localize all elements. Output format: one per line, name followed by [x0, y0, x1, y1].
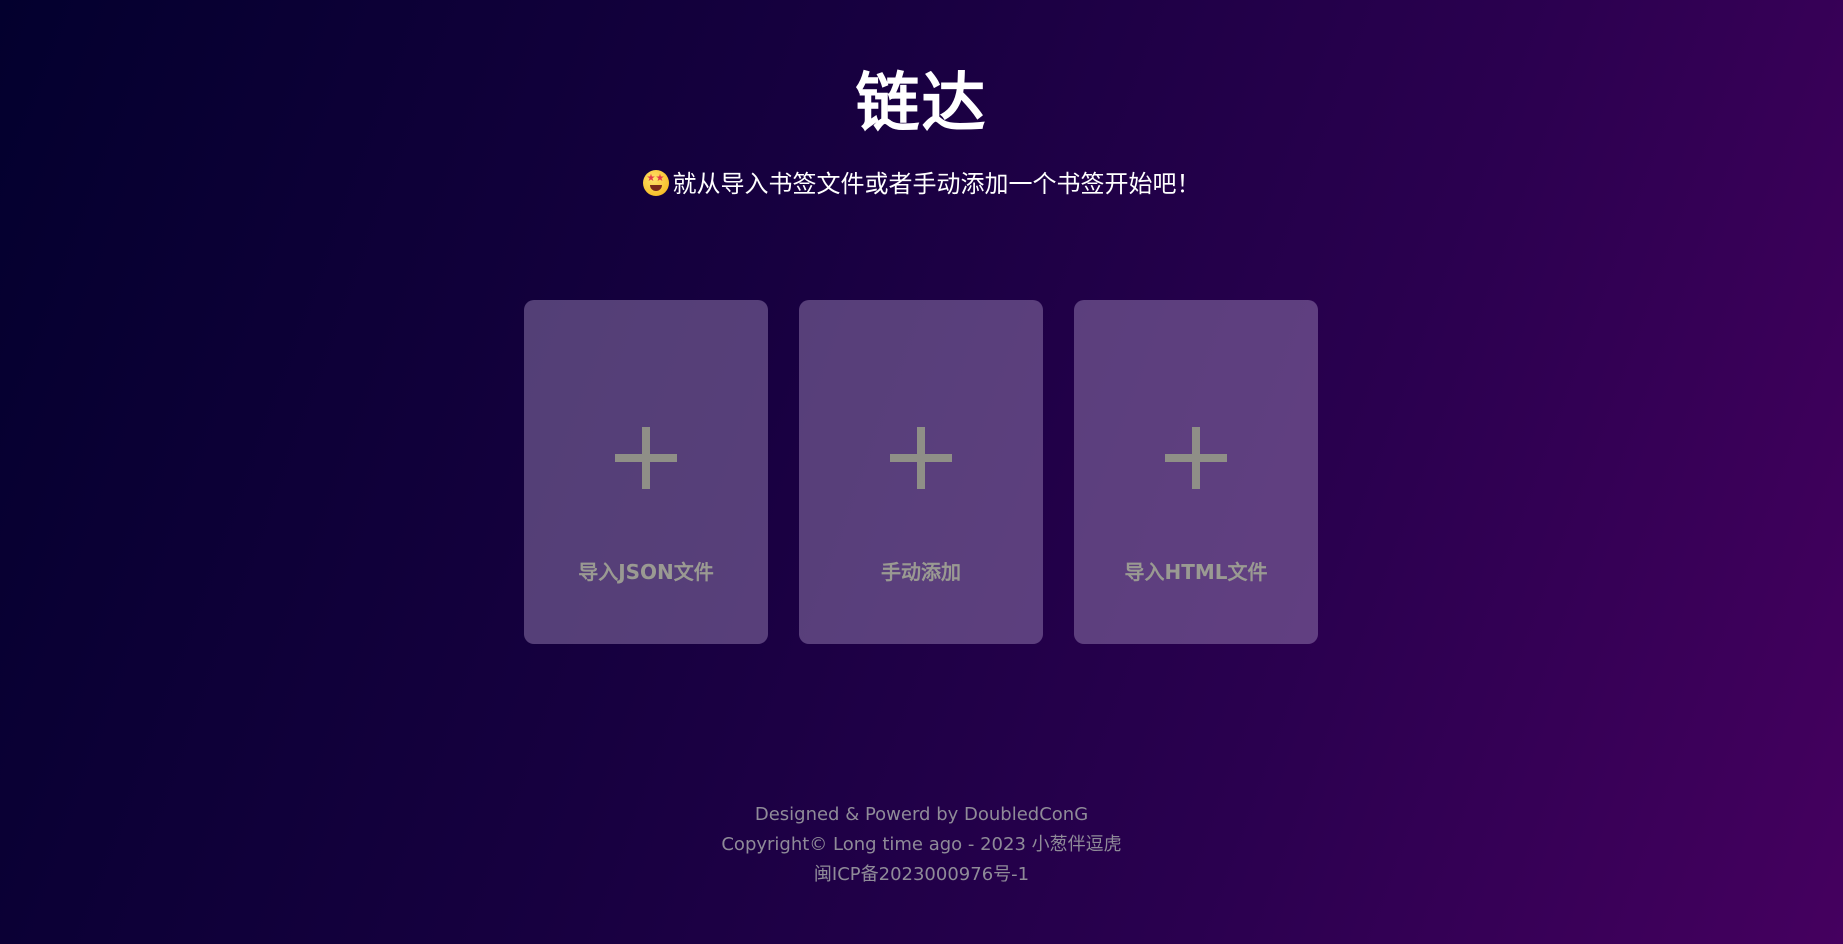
- footer-copyright: Copyright© Long time ago - 2023 小葱伴逗虎: [721, 834, 1122, 855]
- page-title: 链达: [855, 67, 988, 141]
- footer: Designed & Powerd by DoubledConG Copyrig…: [0, 800, 1843, 890]
- plus-icon: [1165, 427, 1227, 489]
- star-struck-emoji-icon: [642, 170, 669, 196]
- manual-add-label: 手动添加: [881, 560, 961, 584]
- footer-designed: Designed & Powerd by DoubledConG: [754, 804, 1089, 825]
- subtitle-text: 就从导入书签文件或者手动添加一个书签开始吧！: [672, 170, 1201, 198]
- import-html-card[interactable]: 导入HTML文件: [1074, 300, 1318, 644]
- import-html-label: 导入HTML文件: [1124, 560, 1268, 584]
- import-json-label: 导入JSON文件: [578, 560, 714, 584]
- plus-icon: [615, 427, 677, 489]
- manual-add-card[interactable]: 手动添加: [799, 300, 1043, 644]
- footer-icp-link[interactable]: 闽ICP备2023000976号-1: [0, 860, 1843, 890]
- plus-icon: [890, 427, 952, 489]
- action-cards: 导入JSON文件 手动添加 导入HTML文件: [524, 300, 1318, 644]
- import-json-card[interactable]: 导入JSON文件: [524, 300, 768, 644]
- page-subtitle: 就从导入书签文件或者手动添加一个书签开始吧！: [0, 168, 1843, 200]
